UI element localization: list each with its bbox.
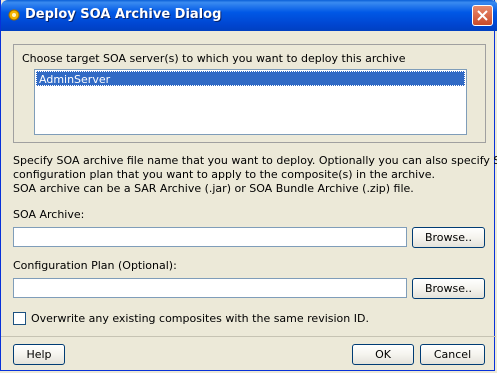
config-plan-browse-button[interactable]: Browse.. (412, 278, 485, 299)
server-list[interactable]: AdminServer (34, 69, 467, 135)
server-group: Choose target SOA server(s) to which you… (13, 44, 486, 143)
overwrite-checkbox[interactable] (13, 312, 26, 325)
list-item-adminserver[interactable]: AdminServer (36, 71, 465, 86)
overwrite-label[interactable]: Overwrite any existing composites with t… (31, 312, 369, 325)
soa-archive-label: SOA Archive: (13, 208, 85, 221)
close-button[interactable] (472, 5, 493, 26)
description-line-2: configuration plan that you want to appl… (13, 168, 435, 181)
description-line-1: Specify SOA archive file name that you w… (13, 154, 497, 167)
gear-icon (7, 8, 21, 22)
soa-archive-browse-button[interactable]: Browse.. (412, 227, 485, 248)
soa-archive-field[interactable] (13, 227, 407, 247)
description-line-3: SOA archive can be a SAR Archive (.jar) … (13, 182, 414, 195)
server-group-label: Choose target SOA server(s) to which you… (22, 52, 406, 65)
config-plan-field[interactable] (13, 278, 407, 298)
cancel-button[interactable]: Cancel (420, 344, 485, 365)
close-icon (477, 10, 488, 21)
help-button[interactable]: Help (13, 344, 65, 365)
window-title: Deploy SOA Archive Dialog (25, 7, 222, 22)
config-plan-label: Configuration Plan (Optional): (13, 259, 177, 272)
deploy-dialog: Deploy SOA Archive Dialog Choose target … (0, 0, 497, 371)
footer-separator (1, 336, 496, 337)
title-bar[interactable]: Deploy SOA Archive Dialog (1, 0, 497, 31)
ok-button[interactable]: OK (352, 344, 414, 365)
